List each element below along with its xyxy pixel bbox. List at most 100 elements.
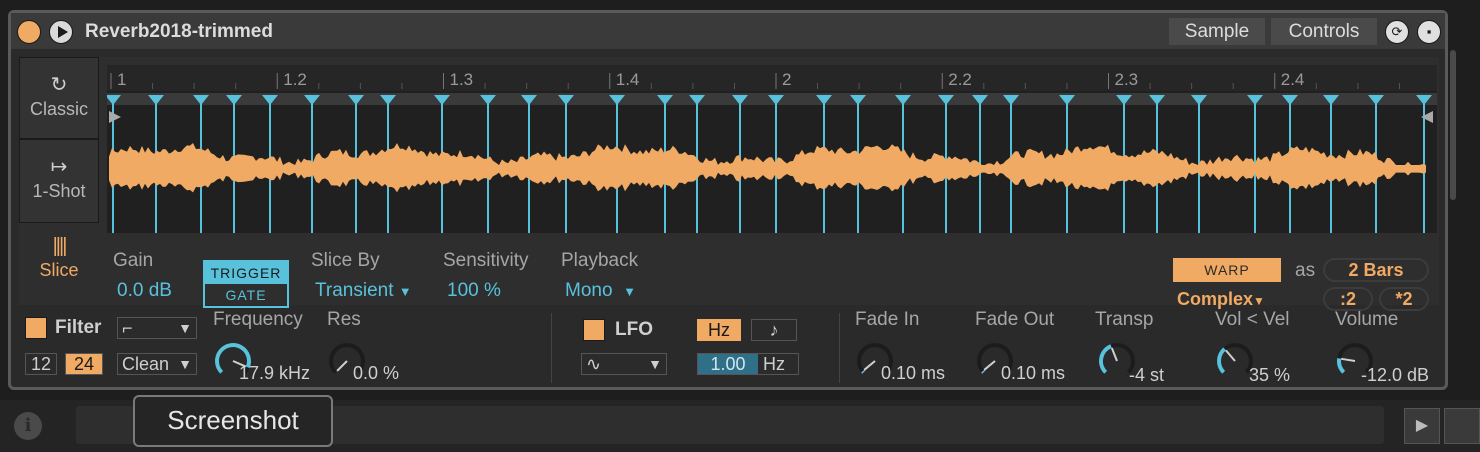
mode-classic[interactable]: ↻ Classic	[19, 57, 99, 139]
filter-type-dropdown[interactable]: ⌐ ▼	[117, 317, 197, 339]
slice-by-label: Slice By	[311, 250, 380, 271]
mode-classic-label: Classic	[29, 99, 88, 119]
save-preset-icon[interactable]: ▪	[1417, 20, 1441, 44]
loop-icon: ↻	[50, 74, 68, 96]
chevron-down-icon: ▼	[398, 284, 412, 299]
ruler-label: 1.4	[616, 70, 640, 89]
double-tempo-button[interactable]: *2	[1379, 287, 1429, 311]
sensitivity-value[interactable]: 100 %	[447, 280, 501, 302]
knob-value-arc	[861, 369, 866, 374]
knob-pointer	[983, 360, 996, 371]
waveform	[109, 143, 1426, 193]
vol-vel-label: Vol < Vel	[1215, 309, 1290, 330]
knob-pointer	[1110, 347, 1118, 362]
device-titlebar: Reverb2018-trimmed Sample Controls ⟳ ▪	[11, 13, 1445, 49]
status-bar-button[interactable]	[1444, 408, 1480, 444]
slice-by-dropdown[interactable]: Transient ▼	[315, 280, 412, 302]
knob-pointer	[1341, 357, 1356, 362]
knob-value-arc	[981, 369, 986, 374]
res-value: 0.0 %	[353, 363, 400, 383]
knob-pointer	[1225, 349, 1236, 362]
warp-mode-value: Complex	[1177, 289, 1254, 309]
tab-sample[interactable]: Sample	[1169, 18, 1265, 45]
fade-in-label: Fade In	[855, 309, 920, 330]
warp-as-label: as	[1295, 260, 1316, 281]
lfo-rate-field[interactable]: 1.00 Hz	[697, 353, 799, 375]
chevron-down-icon: ▼	[623, 284, 636, 299]
section-divider	[551, 313, 552, 383]
fade-out-value: 0.10 ms	[1001, 363, 1066, 383]
slope-12-button[interactable]: 12	[25, 353, 57, 375]
play-icon[interactable]: ▶	[1404, 408, 1440, 444]
sine-wave-icon: ∿	[586, 354, 602, 374]
filter-circuit-value: Clean	[122, 354, 170, 374]
transpose-value: -4 st	[1129, 365, 1165, 385]
hot-swap-icon[interactable]: ⟳	[1385, 20, 1409, 44]
knob-value-arc	[1099, 344, 1112, 374]
waveform-svg[interactable]: 1 1.2 1.3 1.4 2 2.2 2.3 2.4	[107, 65, 1437, 233]
trigger-option[interactable]: TRIGGER	[205, 262, 287, 284]
warp-bars-value[interactable]: 2 Bars	[1323, 258, 1429, 282]
tooltip: Screenshot	[133, 395, 333, 447]
transpose-label: Transp	[1095, 309, 1154, 330]
mode-one-shot-label: 1-Shot	[32, 181, 86, 201]
one-shot-icon: ↦	[50, 156, 68, 178]
slope-24-button[interactable]: 24	[65, 353, 103, 375]
start-marker[interactable]	[109, 111, 121, 123]
lfo-sync-button[interactable]: ♪	[751, 319, 797, 341]
frequency-value: 17.9 kHz	[239, 363, 311, 383]
mode-one-shot[interactable]: ↦ 1-Shot	[19, 139, 99, 223]
gain-value[interactable]: 0.0 dB	[117, 280, 172, 302]
waveform-display[interactable]: 1 1.2 1.3 1.4 2 2.2 2.3 2.4	[107, 65, 1437, 233]
halve-tempo-button[interactable]: :2	[1323, 287, 1373, 311]
filter-toggle[interactable]	[25, 317, 47, 339]
lfo-waveform-dropdown[interactable]: ∿ ▼	[581, 353, 667, 375]
controls-row: Filter ⌐ ▼ 12 24 Clean ▼ Frequency 17.9 kH…	[19, 309, 1443, 389]
chevron-down-icon: ▼	[178, 356, 192, 372]
ruler-label: 1.2	[283, 70, 307, 89]
warp-mode-dropdown[interactable]: Complex▼	[1177, 289, 1265, 310]
ruler-label: 2	[782, 70, 791, 89]
sample-panel: ↻ Classic ↦ 1-Shot |||| Slice 1 1.2 1.3 1.4…	[19, 57, 1439, 311]
slice-icon: ||||	[52, 235, 68, 257]
playback-label: Playback	[561, 250, 639, 271]
fade-out-label: Fade Out	[975, 309, 1055, 330]
lowpass-icon: ⌐	[122, 318, 133, 338]
lfo-label: LFO	[615, 319, 653, 340]
lfo-hz-button[interactable]: Hz	[697, 319, 741, 341]
knob-value-arc	[1217, 347, 1227, 374]
device-scrollbar[interactable]	[1450, 50, 1458, 350]
end-marker[interactable]	[1421, 111, 1433, 123]
vol-vel-value: 35 %	[1249, 365, 1291, 385]
mode-slice[interactable]: |||| Slice	[19, 235, 99, 305]
tab-controls[interactable]: Controls	[1271, 18, 1377, 45]
simpler-device: Reverb2018-trimmed Sample Controls ⟳ ▪ ↻…	[8, 10, 1448, 390]
lfo-toggle[interactable]	[583, 319, 605, 341]
playback-mode-selector: ↻ Classic ↦ 1-Shot |||| Slice	[19, 57, 99, 297]
trigger-gate-toggle[interactable]: TRIGGER GATE	[203, 260, 289, 308]
knob-pointer	[336, 360, 348, 372]
chevron-down-icon: ▼	[1253, 294, 1265, 308]
device-title: Reverb2018-trimmed	[85, 21, 273, 42]
volume-label: Volume	[1335, 309, 1399, 330]
ruler-label: 2.2	[948, 70, 972, 89]
slice-by-value: Transient	[315, 280, 394, 301]
info-icon[interactable]: i	[14, 412, 42, 440]
playback-value: Mono	[565, 280, 613, 301]
knob-pointer	[863, 360, 876, 371]
gate-option[interactable]: GATE	[205, 284, 287, 306]
preview-play-button[interactable]	[49, 20, 73, 44]
volume-value: -12.0 dB	[1361, 365, 1430, 385]
frequency-label: Frequency	[213, 309, 303, 330]
gain-label: Gain	[113, 250, 154, 271]
warp-button[interactable]: WARP	[1173, 258, 1281, 282]
ruler-label: 2.4	[1281, 70, 1305, 89]
lfo-rate-unit: Hz	[763, 354, 786, 374]
res-label: Res	[327, 309, 361, 330]
filter-circuit-dropdown[interactable]: Clean ▼	[117, 353, 197, 375]
sensitivity-label: Sensitivity	[443, 250, 529, 271]
device-activator-button[interactable]	[17, 20, 41, 44]
ruler-label: 2.3	[1115, 70, 1139, 89]
playback-dropdown[interactable]: Mono ▼	[565, 280, 636, 302]
filter-label: Filter	[55, 317, 102, 338]
